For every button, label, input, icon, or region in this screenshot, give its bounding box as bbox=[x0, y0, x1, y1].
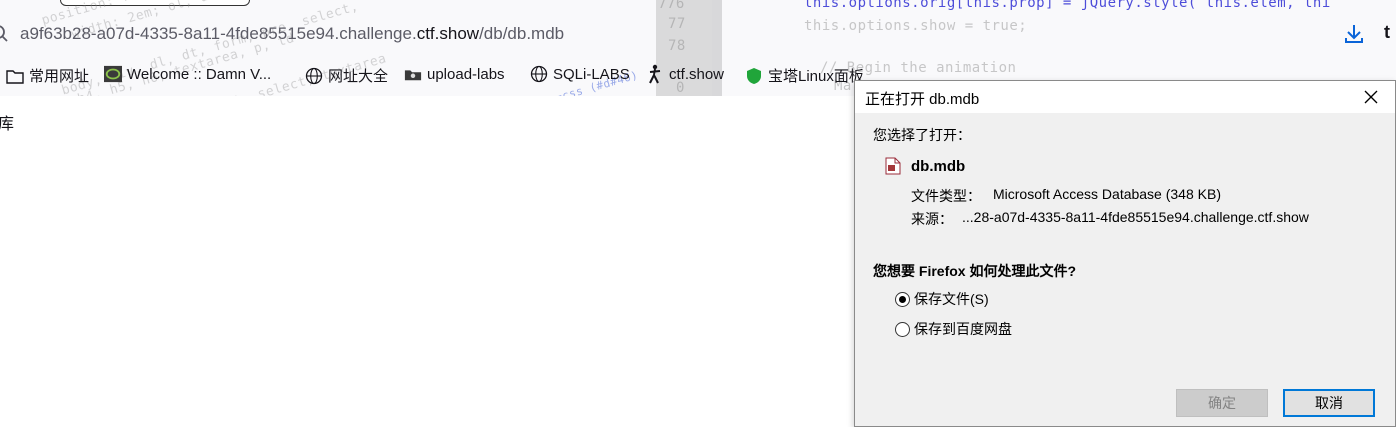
stick-figure-icon bbox=[646, 64, 664, 84]
bookmark-label: SQLi-LABS bbox=[553, 65, 630, 83]
handling-question: 您想要 Firefox 如何处理此文件? bbox=[873, 263, 1077, 279]
file-name: db.mdb bbox=[911, 158, 966, 175]
radio-button-selected[interactable] bbox=[895, 291, 910, 307]
open-file-dialog: 正在打开 db.mdb 您选择了打开： db.mdb 文件类型： Microso… bbox=[854, 80, 1396, 427]
option-save-file[interactable]: 保存文件(S) bbox=[895, 289, 989, 309]
bookmark-label: Welcome :: Damn V... bbox=[127, 65, 272, 83]
extension-icon[interactable]: t bbox=[1384, 22, 1390, 43]
file-type-value: Microsoft Access Database (348 KB) bbox=[993, 186, 1221, 202]
option-label: 保存到百度网盘 bbox=[914, 321, 1012, 337]
dialog-title: 正在打开 db.mdb bbox=[865, 91, 980, 108]
download-icon[interactable] bbox=[1342, 22, 1366, 46]
cloud-folder-icon bbox=[404, 65, 422, 83]
option-save-to-baidu[interactable]: 保存到百度网盘 bbox=[895, 319, 1012, 339]
file-type-row: 文件类型： Microsoft Access Database (348 KB) bbox=[911, 186, 1221, 206]
ok-button[interactable]: 确定 bbox=[1176, 389, 1268, 417]
bt-shield-icon bbox=[745, 67, 763, 85]
bg-line-number: 776 bbox=[658, 0, 685, 12]
bookmark-folder-common[interactable]: 常用网址 bbox=[6, 65, 89, 86]
file-type-label: 文件类型： bbox=[911, 188, 981, 204]
bookmark-ctfshow[interactable]: ctf.show bbox=[646, 64, 725, 84]
background-window-tab bbox=[60, 0, 250, 6]
bookmark-label: ctf.show bbox=[669, 65, 725, 83]
access-file-icon bbox=[885, 157, 901, 175]
dialog-titlebar: 正在打开 db.mdb bbox=[855, 81, 1395, 113]
bg-code-line: this.options.orig[this.prop] = jQuery.st… bbox=[804, 0, 1331, 11]
bookmark-url-directory[interactable]: 网址大全 bbox=[305, 65, 388, 86]
dvwa-icon bbox=[104, 65, 122, 83]
page-content-text: 库 bbox=[0, 116, 15, 133]
bookmark-label: 常用网址 bbox=[29, 68, 90, 85]
url-path: /db/db.mdb bbox=[479, 24, 565, 43]
option-label: 保存文件(S) bbox=[914, 291, 989, 307]
file-source-label: 来源： bbox=[911, 211, 953, 227]
cancel-button[interactable]: 取消 bbox=[1283, 389, 1375, 417]
radio-button[interactable] bbox=[895, 321, 910, 337]
bookmark-dvwa[interactable]: Welcome :: Damn V... bbox=[104, 65, 271, 83]
globe-icon bbox=[305, 67, 323, 85]
bookmark-label: 网址大全 bbox=[328, 68, 389, 85]
url-domain: ctf.show bbox=[416, 24, 480, 43]
url-bar[interactable]: a9f63b28-a07d-4335-8a11-4fde85515e94.cha… bbox=[0, 20, 1396, 50]
bookmark-label: 宝塔Linux面板 bbox=[768, 68, 864, 85]
file-source-row: 来源： ...28-a07d-4335-8a11-4fde85515e94.ch… bbox=[911, 209, 1309, 229]
search-icon bbox=[0, 25, 8, 42]
folder-icon bbox=[6, 67, 24, 85]
bookmark-bt-panel[interactable]: 宝塔Linux面板 bbox=[745, 65, 864, 86]
url-prefix: a9f63b28-a07d-4335-8a11-4fde85515e94.cha… bbox=[20, 24, 417, 43]
bookmark-upload-labs[interactable]: upload-labs bbox=[404, 65, 505, 83]
bookmark-sqli-labs[interactable]: SQLi-LABS bbox=[530, 65, 630, 83]
chosen-label: 您选择了打开： bbox=[873, 127, 971, 143]
close-icon[interactable] bbox=[1359, 85, 1383, 109]
file-source-value: ...28-a07d-4335-8a11-4fde85515e94.challe… bbox=[962, 209, 1309, 225]
globe-icon bbox=[530, 65, 548, 83]
bookmark-label: upload-labs bbox=[427, 65, 505, 83]
url-text[interactable]: a9f63b28-a07d-4335-8a11-4fde85515e94.cha… bbox=[20, 24, 564, 44]
